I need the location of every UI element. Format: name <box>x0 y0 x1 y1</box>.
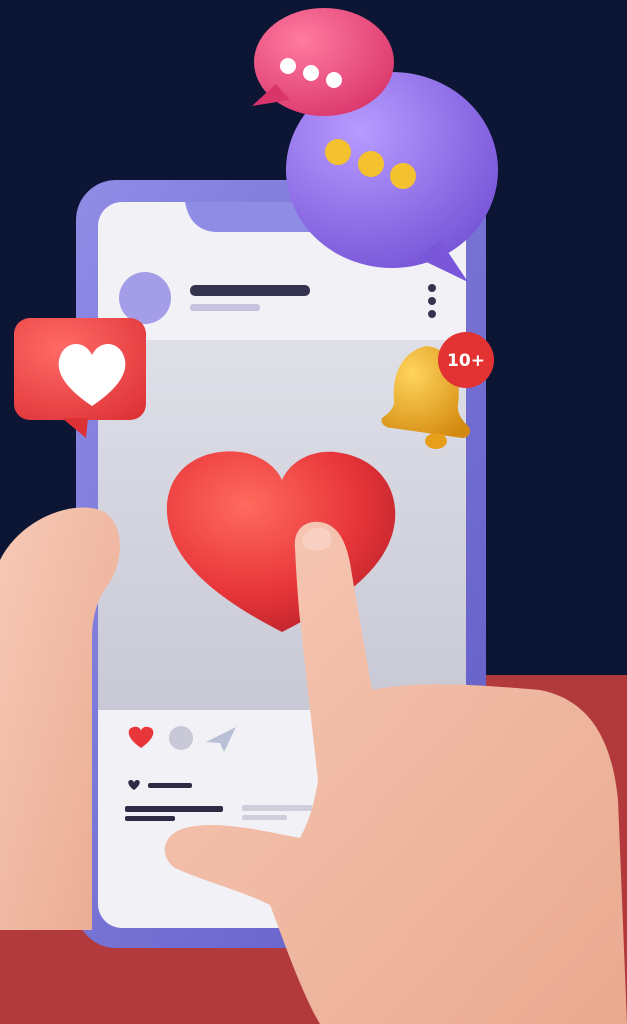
social-like-illustration: 10+ <box>0 0 627 1024</box>
username-line <box>190 285 310 296</box>
comment-icon[interactable] <box>169 726 193 750</box>
subtitle-line <box>190 304 260 311</box>
caption-line-2 <box>125 816 175 821</box>
vertical-dots-icon[interactable] <box>428 284 436 318</box>
notification-badge-label: 10+ <box>447 351 485 371</box>
likes-line <box>148 783 192 788</box>
avatar[interactable] <box>119 272 171 324</box>
like-bubble <box>14 318 146 438</box>
caption-line-4 <box>242 815 287 820</box>
caption-line-1 <box>125 806 223 812</box>
caption-line-3 <box>242 805 312 811</box>
